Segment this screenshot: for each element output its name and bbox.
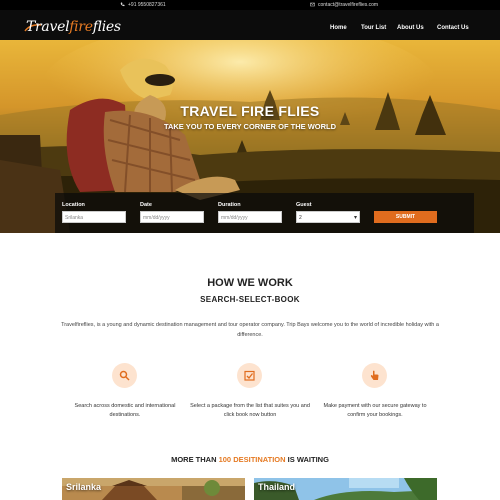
- destinations-prefix: MORE THAN: [171, 455, 217, 464]
- card-label-srilanka: Srilanka: [66, 482, 102, 492]
- guest-label: Guest: [296, 202, 312, 208]
- phone-icon: [120, 2, 125, 7]
- hero-title: TRAVEL FIRE FLIES: [180, 103, 320, 119]
- intro-paragraph: Travelfireflies, is a young and dynamic …: [61, 322, 439, 338]
- card-label-thailand: Thailand: [258, 482, 296, 492]
- destination-card-srilanka[interactable]: Srilanka: [62, 478, 245, 500]
- search-icon: [119, 370, 130, 381]
- logo-part-travel: Travel: [26, 19, 70, 35]
- duration-input[interactable]: mm/dd/yyyy: [218, 211, 282, 223]
- duration-label: Duration: [218, 202, 241, 208]
- email-contact[interactable]: contact@travelfireflies.com: [310, 2, 378, 8]
- step-select-text: Select a package from the list that suit…: [190, 403, 310, 418]
- step-payment-text: Make payment with our secure gateway to …: [323, 403, 427, 418]
- destination-card-thailand[interactable]: Thailand: [254, 478, 437, 500]
- nav-contact-us[interactable]: Contact Us: [437, 25, 469, 31]
- hand-pointer-icon: [370, 370, 379, 380]
- destinations-suffix: IS WAITING: [287, 455, 329, 464]
- how-we-work-subtitle: SEARCH-SELECT-BOOK: [200, 295, 300, 304]
- top-bar: +91 9550827361 contact@travelfireflies.c…: [0, 0, 500, 10]
- date-input[interactable]: mm/dd/yyyy: [140, 211, 204, 223]
- location-input[interactable]: Srilanka: [62, 211, 126, 223]
- date-label: Date: [140, 202, 152, 208]
- logo-part-flies: flies: [92, 19, 121, 35]
- location-label: Location: [62, 202, 85, 208]
- brand-logo[interactable]: Travelfireflies: [26, 19, 121, 35]
- destinations-heading: MORE THAN 100 DESITINATION IS WAITING: [0, 455, 500, 464]
- nav-home[interactable]: Home: [330, 25, 347, 31]
- destinations-highlight: 100 DESITINATION: [218, 455, 286, 464]
- step-payment-icon-circle: [362, 363, 387, 388]
- logo-part-fire: fire: [69, 19, 93, 35]
- guest-select[interactable]: 2: [296, 211, 360, 223]
- step-search-icon-circle: [112, 363, 137, 388]
- envelope-icon: [310, 2, 315, 7]
- how-we-work-title: HOW WE WORK: [207, 277, 293, 289]
- nav-about-us[interactable]: About Us: [397, 25, 424, 31]
- main-navbar: Travelfireflies Home Tour List About Us …: [0, 10, 500, 40]
- nav-tour-list[interactable]: Tour List: [361, 25, 386, 31]
- phone-number: +91 9550827361: [128, 2, 166, 8]
- phone-contact[interactable]: +91 9550827361: [120, 2, 166, 8]
- checklist-icon: [244, 370, 255, 381]
- submit-button[interactable]: SUBMIT: [374, 211, 437, 223]
- email-address: contact@travelfireflies.com: [318, 2, 379, 8]
- step-select-icon-circle: [237, 363, 262, 388]
- hero-subtitle: TAKE YOU TO EVERY CORNER OF THE WORLD: [163, 122, 337, 131]
- step-search-text: Search across domestic and international…: [74, 403, 176, 418]
